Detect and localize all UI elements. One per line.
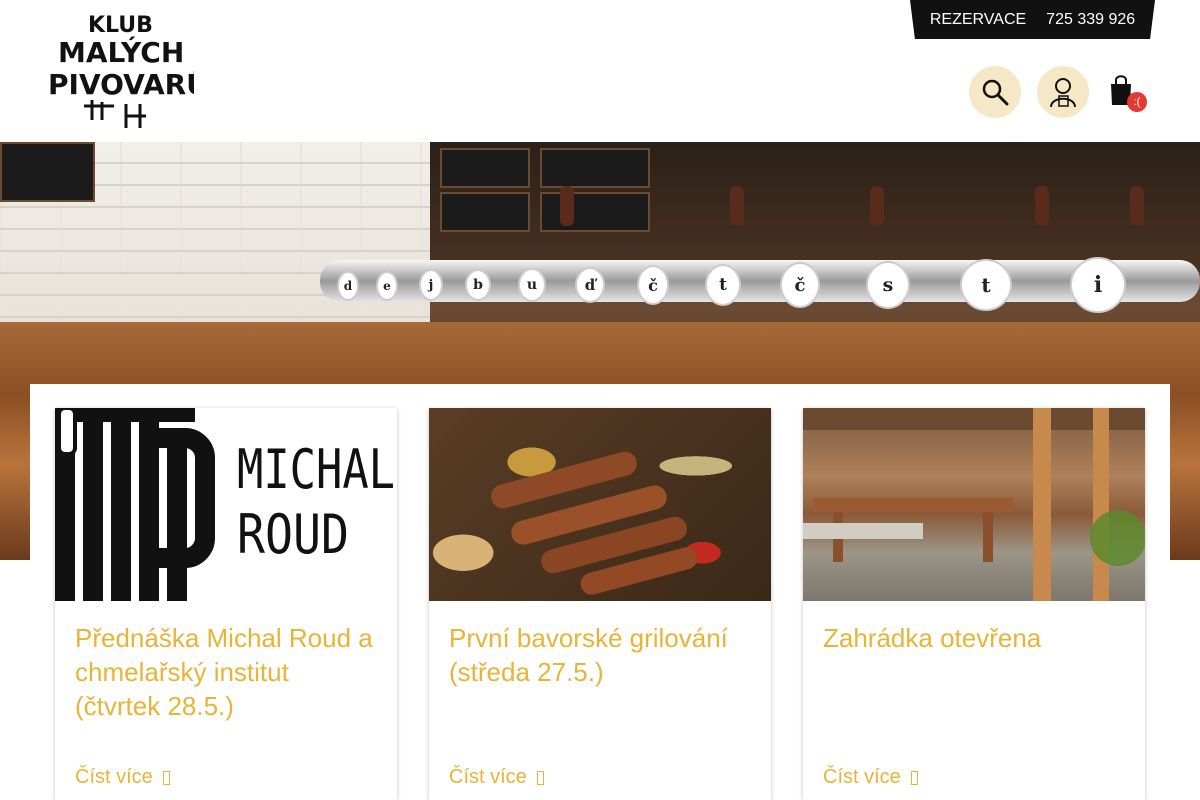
chevron-right-icon: [162, 770, 170, 785]
reservation-link[interactable]: REZERVACE: [930, 11, 1026, 29]
read-more-link[interactable]: Číst více: [823, 766, 918, 789]
news-card[interactable]: Zahrádka otevřena Číst více: [803, 408, 1145, 800]
search-icon: [982, 79, 1009, 106]
card-image[interactable]: [803, 408, 1145, 601]
tap-label: j: [419, 269, 443, 301]
cart-count-badge: :(: [1127, 92, 1147, 112]
logo[interactable]: KLUB MALÝCH PIVOVARŮ: [44, 8, 194, 132]
top-contact-bar: REZERVACE 725 339 926: [910, 0, 1155, 39]
tap-label: i: [1070, 257, 1126, 313]
card-image[interactable]: MICHAL ROUD: [55, 408, 397, 601]
tap-label: t: [705, 264, 741, 306]
tap-label: č: [637, 265, 669, 305]
logo-line-2: MALÝCH: [58, 35, 184, 69]
tap-label: ď: [575, 267, 605, 303]
card-title[interactable]: První bavorské grilování (středa 27.5.): [449, 621, 751, 689]
tap-label: b: [465, 269, 491, 301]
account-button[interactable]: [1037, 66, 1089, 118]
read-more-label: Číst více: [823, 766, 901, 788]
phone-link[interactable]: 725 339 926: [1046, 11, 1135, 29]
chevron-right-icon: [910, 770, 918, 785]
garden-photo: [803, 408, 1145, 601]
logo-line-3: PIVOVARŮ: [48, 67, 194, 101]
card-title[interactable]: Přednáška Michal Roud a chmelařský insti…: [75, 621, 377, 723]
michal-roud-logo: MICHAL ROUD: [55, 408, 395, 601]
card-image[interactable]: [429, 408, 771, 601]
user-icon: [1050, 78, 1076, 108]
read-more-link[interactable]: Číst více: [449, 766, 544, 789]
read-more-label: Číst více: [75, 766, 153, 788]
sausages-photo: [491, 451, 698, 595]
tap-label: s: [866, 261, 910, 309]
news-card[interactable]: MICHAL ROUD Přednáška Michal Roud a chme…: [55, 408, 397, 800]
search-button[interactable]: [969, 66, 1021, 118]
tap-label: t: [960, 259, 1012, 311]
image-text-line-1: MICHAL: [237, 438, 395, 501]
chevron-right-icon: [536, 770, 544, 785]
news-card[interactable]: První bavorské grilování (středa 27.5.) …: [429, 408, 771, 800]
tap-label: d: [337, 271, 359, 301]
tap-label: e: [376, 271, 398, 301]
read-more-label: Číst více: [449, 766, 527, 788]
image-text-line-2: ROUD: [237, 503, 349, 566]
logo-line-1: KLUB: [88, 13, 153, 38]
read-more-link[interactable]: Číst více: [75, 766, 170, 789]
tap-label: u: [518, 268, 546, 302]
tap-label: č: [780, 262, 820, 308]
news-section: MICHAL ROUD Přednáška Michal Roud a chme…: [30, 384, 1170, 800]
site-header: KLUB MALÝCH PIVOVARŮ REZERVACE 725 339 9…: [0, 0, 1200, 142]
card-title[interactable]: Zahrádka otevřena: [823, 621, 1125, 655]
